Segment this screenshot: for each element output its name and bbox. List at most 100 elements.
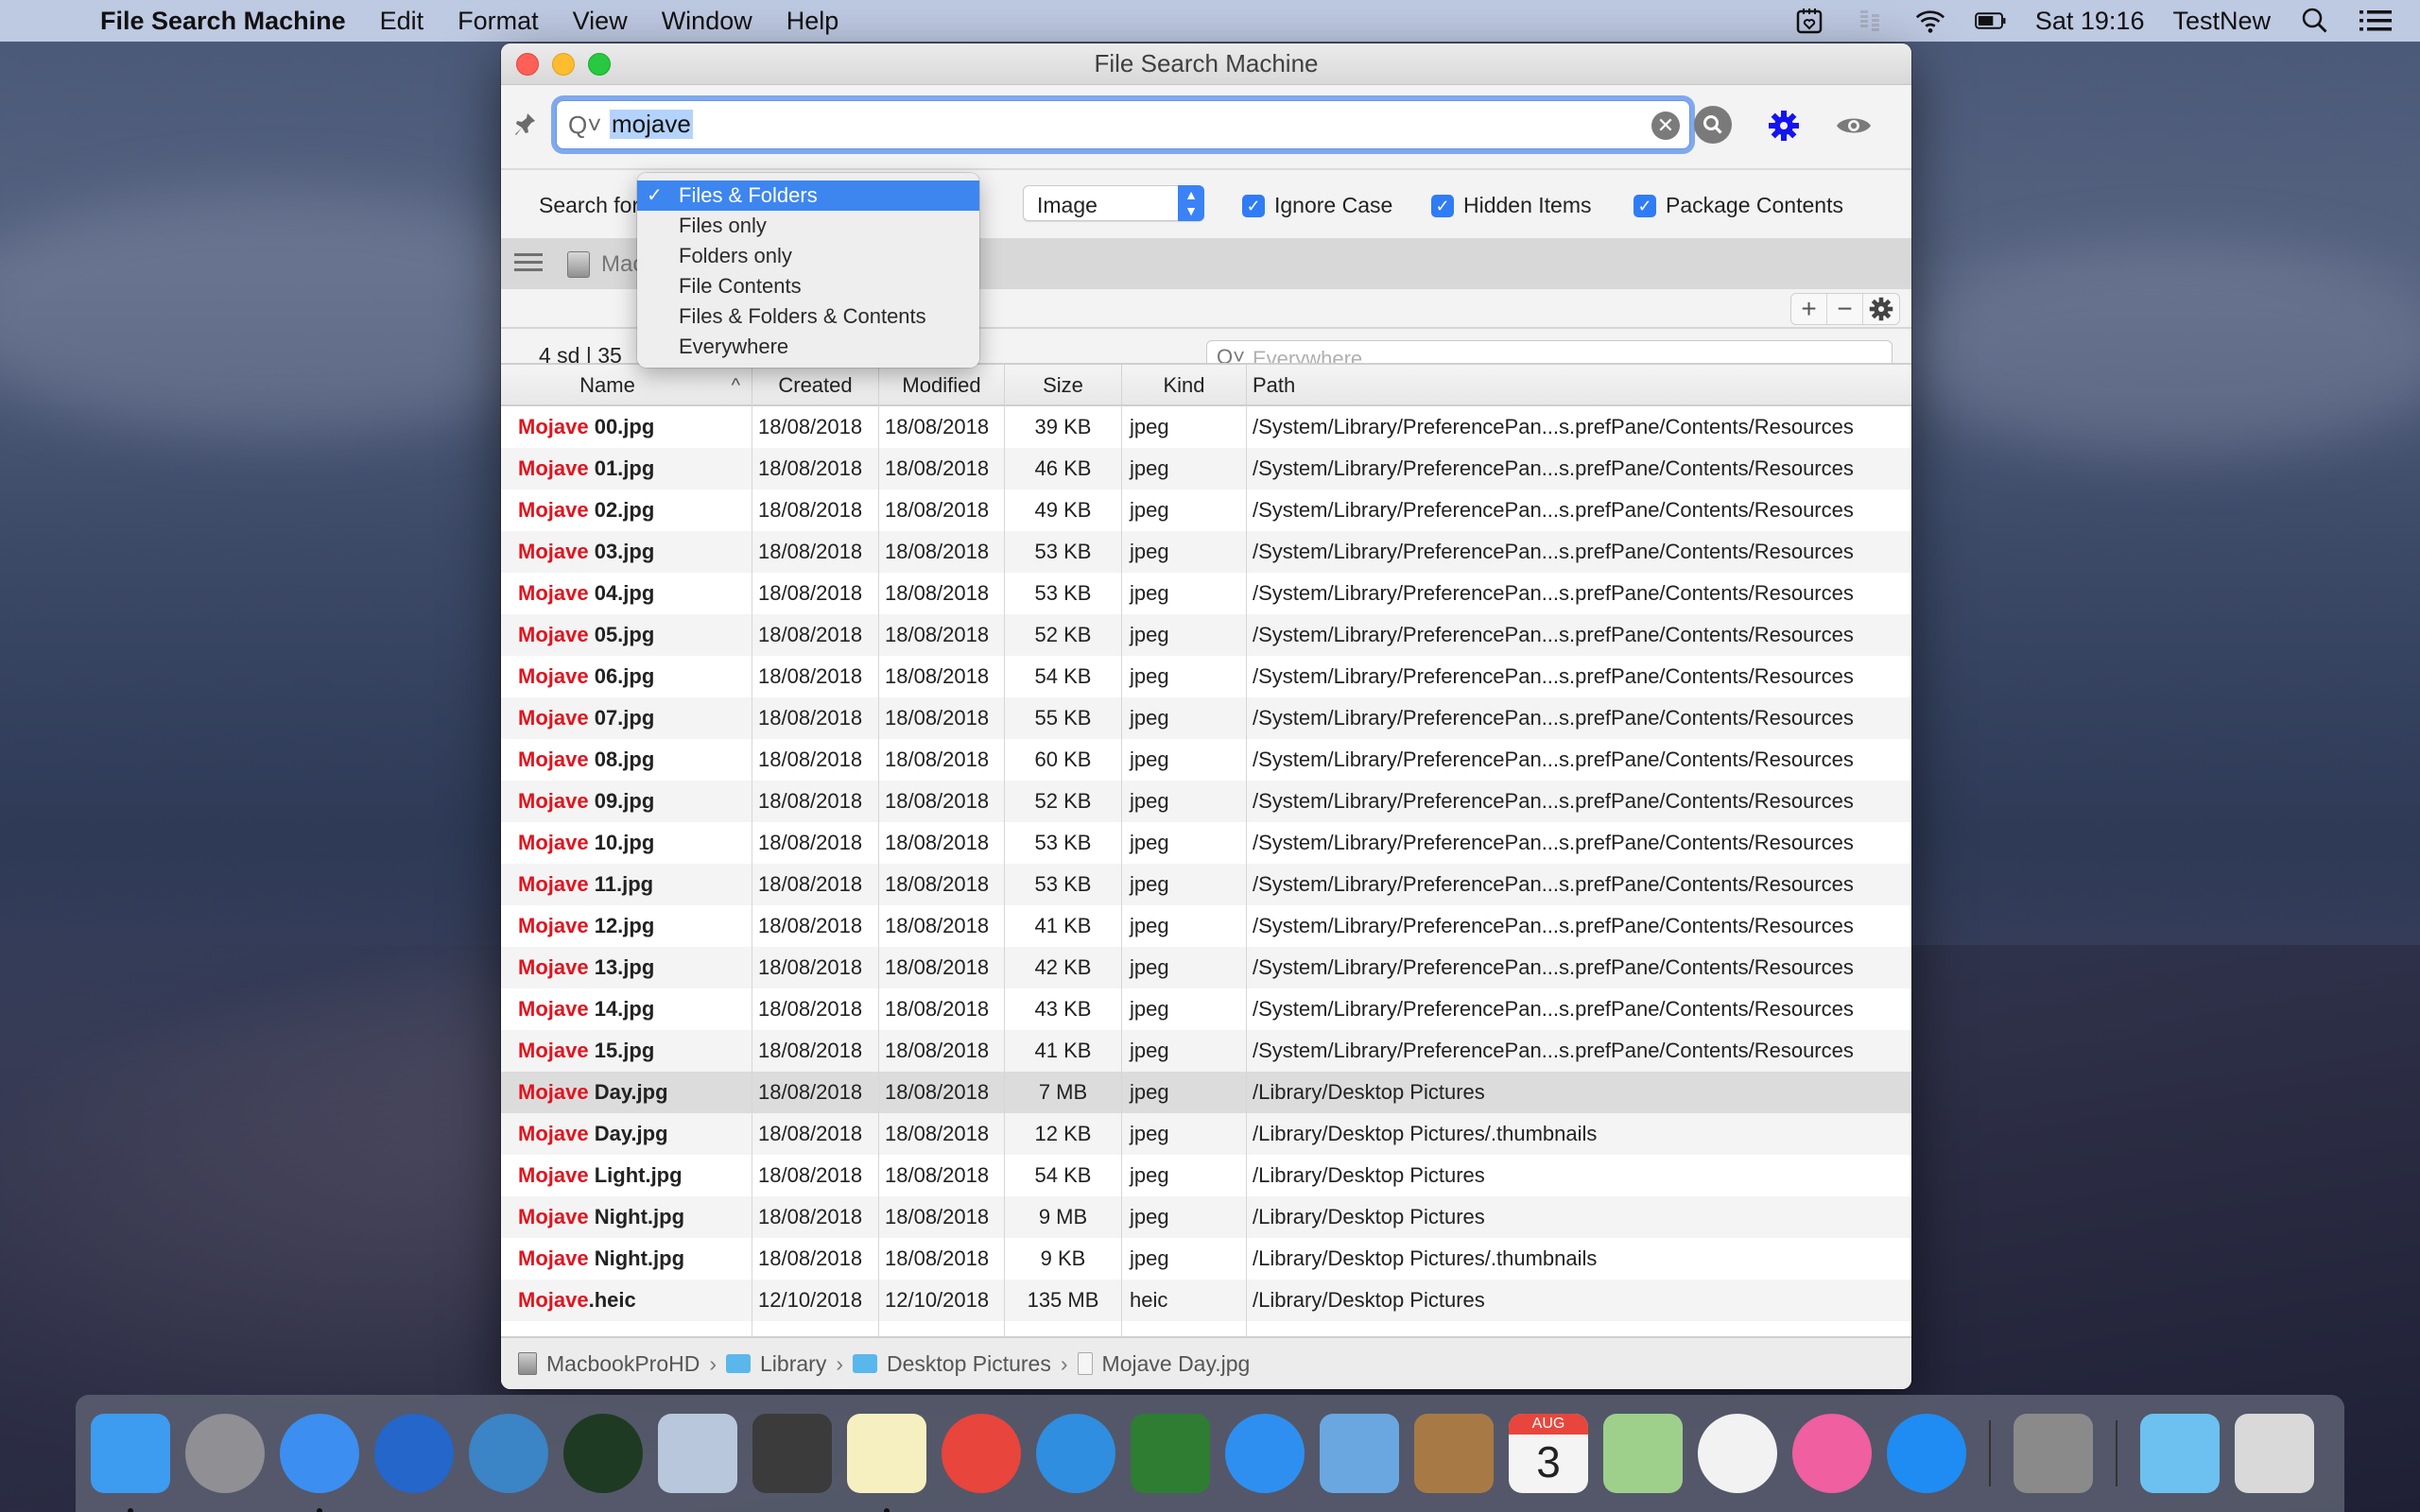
menu-format[interactable]: Format bbox=[458, 7, 539, 36]
menu-app-name[interactable]: File Search Machine bbox=[100, 7, 346, 36]
dock-vpn-icon[interactable] bbox=[1131, 1414, 1210, 1493]
column-header-modified[interactable]: Modified bbox=[879, 365, 1005, 406]
table-row[interactable]: Mojave 09.jpg 18/08/2018 18/08/2018 52 KB jp… bbox=[501, 781, 1911, 822]
dock-finder-icon[interactable] bbox=[91, 1414, 170, 1512]
minimize-window-button[interactable] bbox=[552, 53, 575, 76]
menu-clock[interactable]: Sat 19:16 bbox=[2035, 7, 2145, 36]
dock-text-editor-icon[interactable] bbox=[847, 1414, 926, 1512]
breadcrumb-item[interactable]: Library bbox=[760, 1351, 826, 1377]
search-value[interactable]: mojave bbox=[610, 110, 693, 139]
hidden-items-checkbox[interactable]: ✓ Hidden Items bbox=[1431, 193, 1592, 218]
menu-window[interactable]: Window bbox=[662, 7, 752, 36]
dock-contacts-icon[interactable] bbox=[1414, 1414, 1494, 1493]
menu-item-file-contents[interactable]: File Contents bbox=[637, 271, 979, 301]
search-scope-icon[interactable]: Q˅ bbox=[568, 111, 601, 140]
dock-sync-app-2-icon[interactable] bbox=[469, 1414, 548, 1493]
table-row[interactable]: Mojave 10.jpg 18/08/2018 18/08/2018 53 KB jp… bbox=[501, 822, 1911, 864]
dock-mail-icon[interactable] bbox=[1320, 1414, 1399, 1493]
dock-file-finder-app-icon[interactable] bbox=[658, 1414, 737, 1493]
wifi-icon[interactable] bbox=[1914, 5, 1946, 37]
dock-launchpad-icon[interactable] bbox=[185, 1414, 265, 1493]
table-row[interactable]: Mojave 02.jpg 18/08/2018 18/08/2018 49 KB jp… bbox=[501, 490, 1911, 531]
dock-photos-icon[interactable] bbox=[1698, 1414, 1777, 1493]
pin-icon[interactable] bbox=[514, 112, 537, 145]
dock-safari-icon[interactable] bbox=[1225, 1414, 1305, 1493]
table-row[interactable]: Mojave Night.jpg 18/08/2018 18/08/2018 9 MB… bbox=[501, 1196, 1911, 1238]
table-row[interactable]: Mojave 15.jpg 18/08/2018 18/08/2018 41 KB jp… bbox=[501, 1030, 1911, 1072]
breadcrumb-item[interactable]: MacbookProHD bbox=[546, 1351, 700, 1377]
search-input[interactable]: Q˅ mojave ✕ bbox=[556, 100, 1690, 149]
dock-trash-utility-icon[interactable] bbox=[752, 1414, 832, 1493]
kind-select[interactable]: Image ▲ ▼ bbox=[1023, 185, 1204, 221]
column-header-kind[interactable]: Kind bbox=[1122, 365, 1247, 406]
breadcrumb-item[interactable]: Desktop Pictures bbox=[887, 1351, 1051, 1377]
menu-item-files-only[interactable]: Files only bbox=[637, 211, 979, 241]
cell-modified: 18/08/2018 bbox=[879, 1030, 1005, 1072]
location-options-button[interactable] bbox=[1863, 294, 1899, 324]
dock-sync-app-3-icon[interactable] bbox=[563, 1414, 643, 1493]
menu-item-files-and-folders[interactable]: ✓ Files & Folders bbox=[637, 180, 979, 211]
calendar-heart-icon[interactable] bbox=[1793, 5, 1825, 37]
table-row[interactable]: Mojave 07.jpg 18/08/2018 18/08/2018 55 KB jp… bbox=[501, 697, 1911, 739]
table-row[interactable]: Mojave 00.jpg 18/08/2018 18/08/2018 39 KB jp… bbox=[501, 406, 1911, 448]
cell-created: 18/08/2018 bbox=[752, 864, 879, 905]
title-bar[interactable]: File Search Machine bbox=[501, 43, 1911, 85]
remove-location-button[interactable]: − bbox=[1827, 294, 1863, 324]
notification-list-icon[interactable] bbox=[2360, 5, 2392, 37]
dock-trash-icon[interactable] bbox=[2235, 1414, 2314, 1493]
table-row[interactable]: Mojave 01.jpg 18/08/2018 18/08/2018 46 KB jp… bbox=[501, 448, 1911, 490]
ignore-case-checkbox[interactable]: ✓ Ignore Case bbox=[1242, 193, 1392, 218]
table-row[interactable]: Mojave 08.jpg 18/08/2018 18/08/2018 60 KB jp… bbox=[501, 739, 1911, 781]
column-header-path[interactable]: Path bbox=[1247, 365, 1911, 406]
sync-status-icon[interactable] bbox=[1854, 5, 1886, 37]
match-highlight: Mojave bbox=[518, 1163, 589, 1187]
dock-itunes-icon[interactable] bbox=[1792, 1414, 1872, 1493]
kind-select-value: Image bbox=[1037, 193, 1098, 217]
settings-button[interactable] bbox=[1764, 106, 1804, 146]
dock-recipe-app-icon[interactable] bbox=[942, 1414, 1021, 1493]
menu-view[interactable]: View bbox=[573, 7, 628, 36]
dock-app-store-icon[interactable] bbox=[1887, 1414, 1966, 1493]
clear-search-icon[interactable]: ✕ bbox=[1651, 112, 1680, 140]
spotlight-search-icon[interactable] bbox=[2299, 5, 2331, 37]
menu-item-files-folders-contents[interactable]: Files & Folders & Contents bbox=[637, 301, 979, 332]
table-row[interactable]: Mojave 11.jpg 18/08/2018 18/08/2018 53 KB jp… bbox=[501, 864, 1911, 905]
table-row[interactable]: Mojave Day.jpg 18/08/2018 18/08/2018 7 MB jp… bbox=[501, 1072, 1911, 1113]
table-row[interactable]: Mojave 13.jpg 18/08/2018 18/08/2018 42 KB jp… bbox=[501, 947, 1911, 988]
column-header-created[interactable]: Created bbox=[752, 365, 879, 406]
dock-system-preferences-icon[interactable] bbox=[2014, 1414, 2093, 1493]
menu-edit[interactable]: Edit bbox=[380, 7, 424, 36]
package-contents-checkbox[interactable]: ✓ Package Contents bbox=[1634, 193, 1843, 218]
table-row[interactable]: Mojave 05.jpg 18/08/2018 18/08/2018 52 KB jp… bbox=[501, 614, 1911, 656]
table-row[interactable]: Mojave Day.jpg 18/08/2018 18/08/2018 12 KB j… bbox=[501, 1113, 1911, 1155]
column-header-size[interactable]: Size bbox=[1005, 365, 1122, 406]
table-row[interactable]: Mojave 12.jpg 18/08/2018 18/08/2018 41 KB jp… bbox=[501, 905, 1911, 947]
menu-user[interactable]: TestNew bbox=[2172, 7, 2271, 36]
table-row[interactable]: Mojave Night.jpg 18/08/2018 18/08/2018 9 KB… bbox=[501, 1238, 1911, 1280]
start-search-button[interactable] bbox=[1694, 106, 1732, 144]
dock-calendar-icon[interactable]: AUG 3 bbox=[1509, 1414, 1588, 1493]
close-window-button[interactable] bbox=[516, 53, 539, 76]
table-row[interactable]: Mojave 06.jpg 18/08/2018 18/08/2018 54 KB jp… bbox=[501, 656, 1911, 697]
table-row[interactable]: Mojave Light.jpg 18/08/2018 18/08/2018 54 K… bbox=[501, 1155, 1911, 1196]
table-row[interactable]: Mojave 03.jpg 18/08/2018 18/08/2018 53 KB jp… bbox=[501, 531, 1911, 573]
breadcrumb-item[interactable]: Mojave Day.jpg bbox=[1102, 1351, 1251, 1377]
dock-sync-app-1-icon[interactable] bbox=[374, 1414, 454, 1493]
preview-button[interactable] bbox=[1834, 106, 1874, 146]
menu-help[interactable]: Help bbox=[786, 7, 839, 36]
table-row[interactable]: Mojave 14.jpg 18/08/2018 18/08/2018 43 KB jp… bbox=[501, 988, 1911, 1030]
add-location-button[interactable]: + bbox=[1791, 294, 1827, 324]
zoom-window-button[interactable] bbox=[588, 53, 611, 76]
sidebar-toggle-icon[interactable] bbox=[514, 253, 543, 274]
table-row[interactable]: Mojave 04.jpg 18/08/2018 18/08/2018 53 KB jp… bbox=[501, 573, 1911, 614]
menu-item-folders-only[interactable]: Folders only bbox=[637, 241, 979, 271]
menu-item-everywhere[interactable]: Everywhere bbox=[637, 332, 979, 362]
dock-system-toolkit-icon[interactable] bbox=[1036, 1414, 1115, 1493]
cell-name: Mojave Day.jpg bbox=[501, 1072, 752, 1113]
column-header-name[interactable]: Name ^ bbox=[501, 365, 752, 406]
dock-downloads-icon[interactable] bbox=[2140, 1414, 2220, 1493]
dock-file-search-machine-icon[interactable] bbox=[280, 1414, 359, 1512]
dock-maps-icon[interactable] bbox=[1603, 1414, 1683, 1493]
table-row[interactable]: Mojave.heic 12/10/2018 12/10/2018 135 MB hei… bbox=[501, 1280, 1911, 1321]
battery-icon[interactable] bbox=[1975, 5, 2007, 37]
